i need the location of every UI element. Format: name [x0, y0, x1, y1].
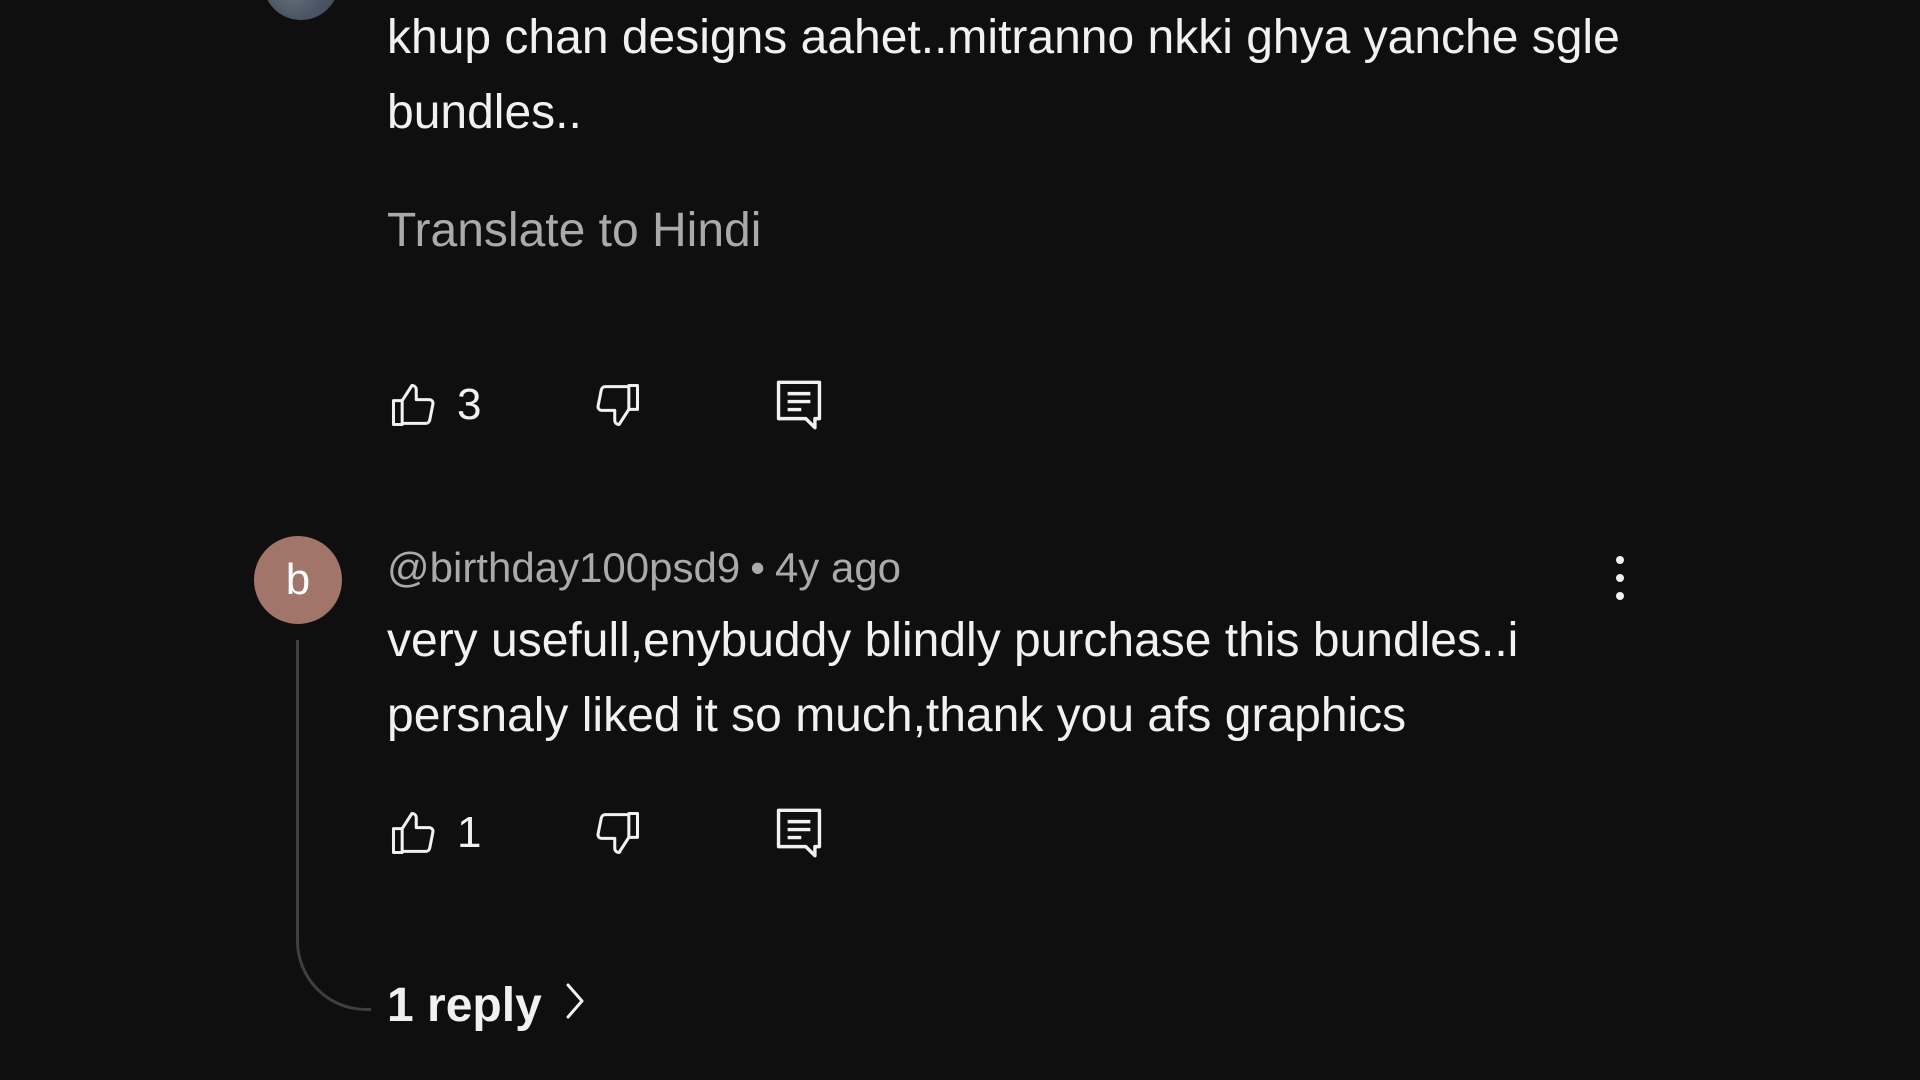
like-button[interactable]: 1	[387, 807, 592, 859]
comment-actions: 1	[387, 803, 824, 863]
like-button[interactable]: 3	[387, 379, 592, 431]
avatar-letter: b	[285, 555, 311, 604]
replies-label: 1 reply	[387, 979, 542, 1032]
thumbs-down-icon	[592, 807, 644, 859]
translate-link[interactable]: Translate to Hindi	[387, 203, 761, 259]
author-handle[interactable]: @birthday100psd9	[387, 544, 740, 591]
avatar[interactable]: b	[254, 536, 342, 624]
reply-button[interactable]	[774, 805, 824, 861]
comment-text: khup chan designs aahet..mitranno nkki g…	[387, 11, 1620, 139]
comment-meta: @birthday100psd9 • 4y ago	[387, 540, 901, 596]
thread-line	[296, 640, 371, 1011]
like-count: 3	[457, 380, 482, 429]
comment-reply-icon	[774, 377, 824, 433]
view-replies-button[interactable]: 1 reply	[387, 978, 588, 1033]
separator: •	[750, 544, 765, 591]
chevron-right-icon	[542, 978, 588, 1033]
reply-button[interactable]	[774, 377, 824, 433]
comment-reply-icon	[774, 805, 824, 861]
comment-text: very usefull,enybuddy blindly purchase t…	[387, 614, 1519, 742]
dislike-button[interactable]	[592, 379, 774, 431]
thumbs-up-icon	[387, 807, 439, 859]
thumbs-down-icon	[592, 379, 644, 431]
comments-section: khup chan designs aahet..mitranno nkki g…	[0, 0, 1920, 1080]
more-options-button[interactable]	[1605, 550, 1635, 610]
dislike-button[interactable]	[592, 807, 774, 859]
timestamp: 4y ago	[774, 544, 902, 591]
avatar[interactable]	[263, 0, 339, 20]
thumbs-up-icon	[387, 379, 439, 431]
like-count: 1	[457, 808, 482, 857]
comment-actions: 3	[387, 375, 824, 435]
